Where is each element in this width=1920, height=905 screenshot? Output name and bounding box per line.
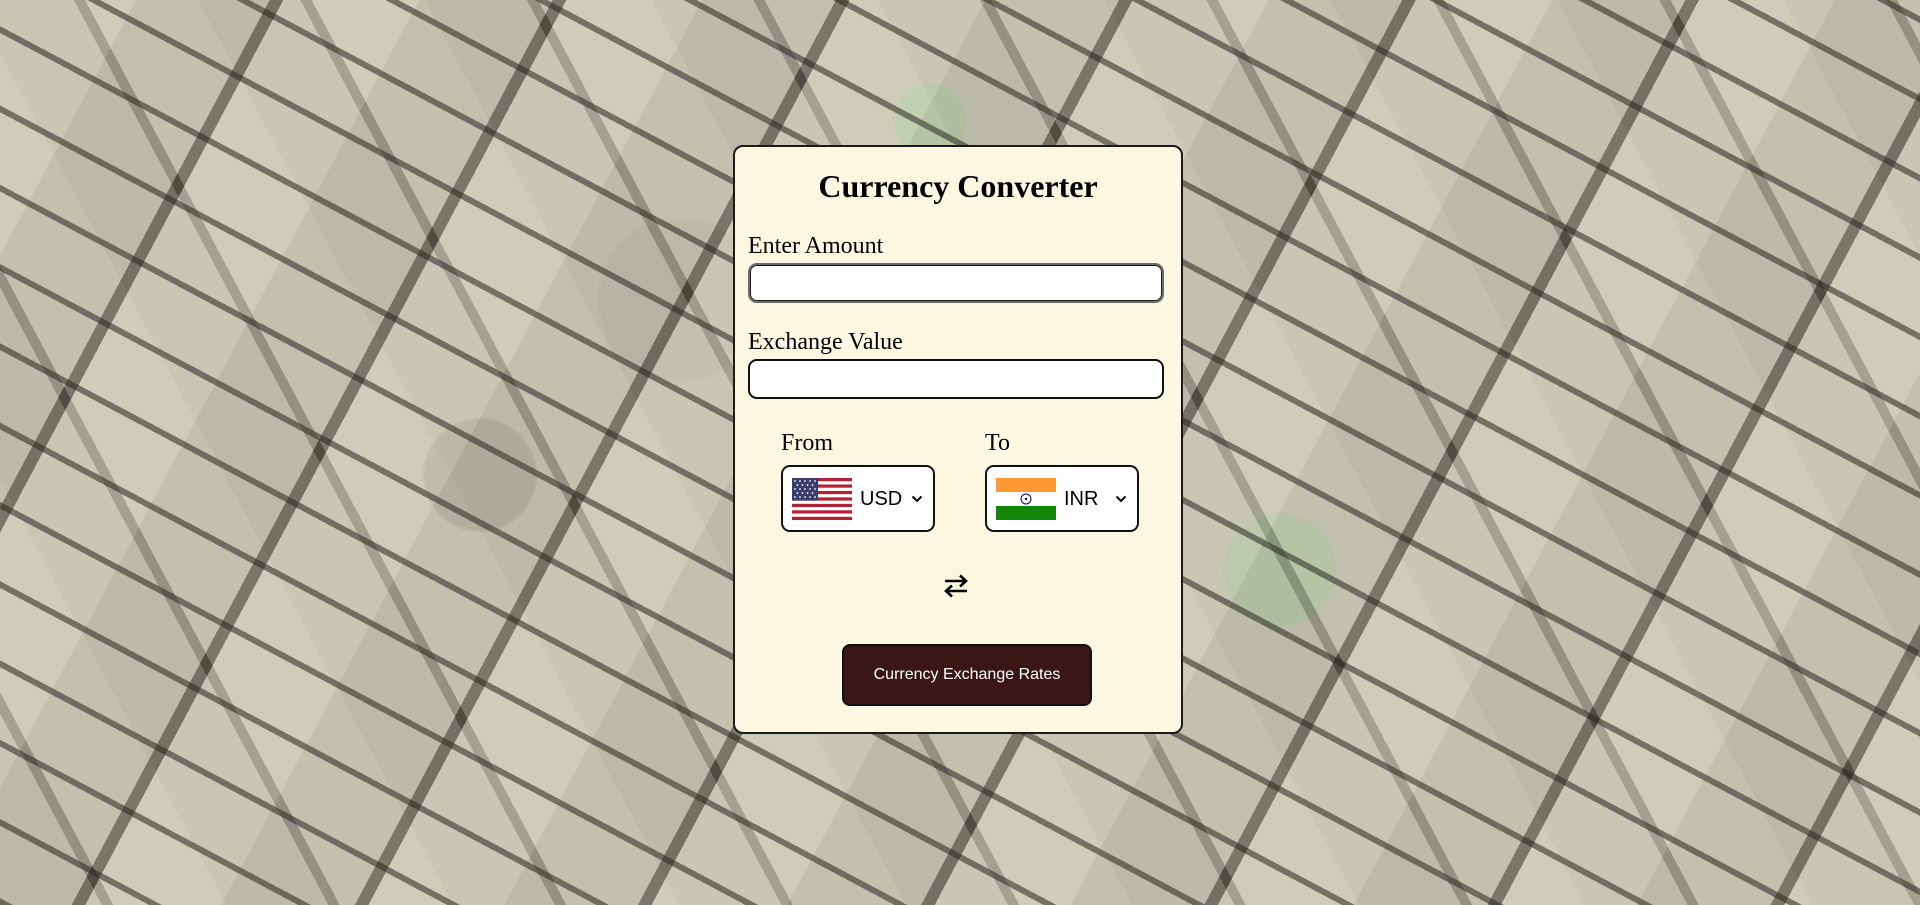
exchange-value-label: Exchange Value	[748, 329, 903, 355]
amount-label: Enter Amount	[748, 233, 884, 259]
converter-card: Currency Converter Enter Amount Exchange…	[733, 145, 1183, 734]
swap-arrows-icon[interactable]	[942, 572, 970, 600]
us-flag-icon	[792, 478, 852, 520]
chevron-down-icon	[1115, 495, 1127, 503]
from-currency-code: USD	[860, 488, 903, 510]
from-currency-select[interactable]: USD	[781, 465, 935, 532]
to-currency-select[interactable]: INR	[985, 465, 1139, 532]
amount-input[interactable]	[748, 263, 1164, 303]
exchange-value-input[interactable]	[748, 359, 1164, 399]
from-label: From	[781, 430, 834, 456]
page-title: Currency Converter	[818, 168, 1098, 204]
chevron-down-icon	[911, 495, 923, 503]
india-flag-icon	[996, 478, 1056, 520]
currency-exchange-rates-button[interactable]: Currency Exchange Rates	[842, 644, 1092, 706]
to-label: To	[985, 430, 1010, 456]
to-currency-code: INR	[1064, 488, 1099, 510]
